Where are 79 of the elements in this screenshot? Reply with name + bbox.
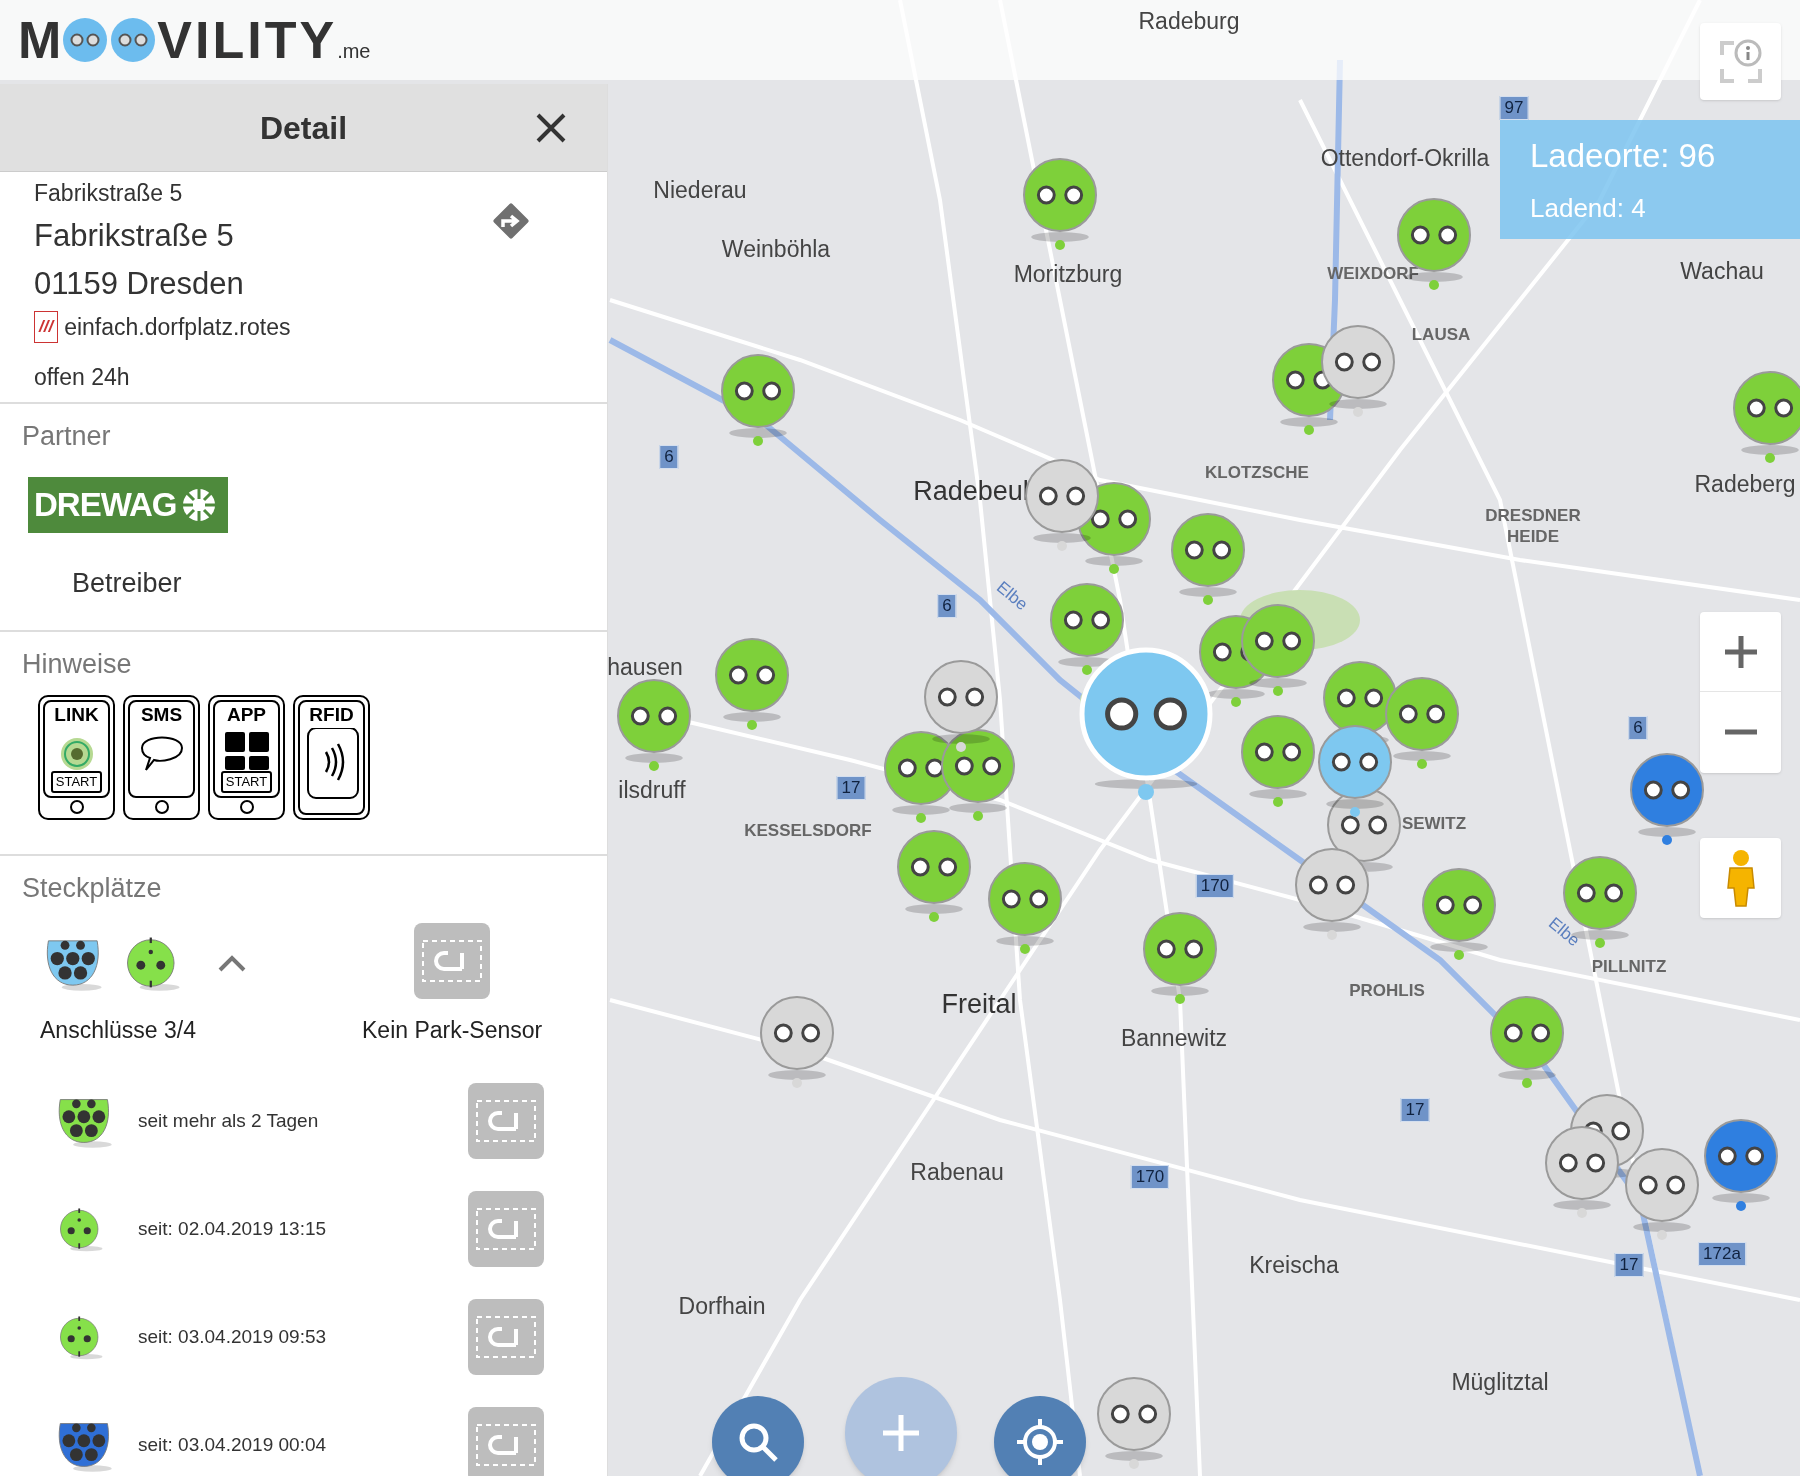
place-label: SEWITZ [1401, 813, 1467, 835]
hint-label: LINK [54, 702, 99, 727]
hint-label: APP [226, 702, 267, 727]
logo-domain: .me [337, 39, 371, 64]
connector-status: seit mehr als 2 Tagen [138, 1108, 320, 1133]
parking-icon [468, 1299, 544, 1375]
logo-text: VILITY [157, 14, 338, 66]
fullscreen-icon [1717, 38, 1764, 85]
place-label: Niederau [653, 175, 747, 205]
location-code-icon: /// [34, 310, 59, 343]
address-line: Fabrikstraße 5 [34, 216, 234, 255]
road-number: 170 [1195, 874, 1235, 898]
parking-icon [414, 922, 491, 999]
section-title: Steckplätze [22, 872, 163, 905]
road-number: 6 [659, 445, 679, 469]
map-marker[interactable] [1077, 646, 1214, 800]
place-label: Moritzburg [1013, 259, 1123, 289]
close-icon [535, 112, 567, 144]
hint-label: RFID [309, 702, 354, 727]
home-button-icon [68, 798, 85, 815]
stats-text: Ladend: 4 [1530, 191, 1647, 225]
start-label: START [51, 770, 102, 793]
place-label: PILLNITZ [1591, 956, 1667, 978]
place-label: Radebeul [913, 474, 1029, 508]
connector-status: seit: 03.04.2019 00:04 [138, 1432, 328, 1457]
place-label: Dorfhain [678, 1291, 766, 1321]
road-number: 6 [1628, 716, 1648, 740]
location-code: einfach.dorfplatz.rotes [64, 312, 291, 342]
start-label: START [221, 770, 272, 793]
locate-button[interactable] [994, 1396, 1086, 1476]
section-title: Hinweise [22, 648, 133, 681]
parking-icon [468, 1083, 544, 1159]
place-label: Freital [941, 987, 1017, 1021]
address-heading: Fabrikstraße 5 [34, 179, 184, 208]
home-button-icon [153, 798, 170, 815]
partner-role: Betreiber [72, 566, 183, 600]
logo-text: M [18, 14, 62, 66]
address-line: 01159 Dresden [34, 265, 244, 303]
connector-status: seit: 02.04.2019 13:15 [138, 1216, 328, 1241]
road-number: 172a [1698, 1242, 1746, 1266]
road-number: 17 [1400, 1098, 1430, 1122]
eyes-icon [62, 17, 109, 63]
home-button-icon [238, 798, 255, 815]
connector-status: seit: 03.04.2019 09:53 [138, 1324, 328, 1349]
place-label: Wachau [1680, 256, 1764, 286]
section-title: Partner [22, 420, 112, 453]
place-label: KESSELSDORF [744, 820, 872, 842]
panel-title: Detail [259, 108, 348, 148]
hint-label: SMS [140, 702, 183, 727]
place-label: Müglitztal [1451, 1367, 1549, 1397]
crosshair-icon [1015, 1417, 1065, 1467]
search-button[interactable] [712, 1396, 804, 1476]
place-label: Radeberg [1694, 469, 1796, 499]
road-number: 170 [1130, 1165, 1170, 1189]
place-label: Rabenau [910, 1157, 1004, 1187]
parking-sensor-label: Kein Park-Sensor [362, 1015, 543, 1045]
place-label: Ottendorf-Okrilla [1320, 143, 1490, 173]
parking-icon [468, 1191, 544, 1267]
road-number: 17 [836, 776, 866, 800]
eyes-icon [110, 17, 157, 63]
place-label: hausen [607, 652, 683, 682]
place-label: Kreischa [1249, 1250, 1339, 1280]
opening-hours: offen 24h [34, 363, 131, 392]
place-label: PROHLIS [1349, 980, 1425, 1002]
wheel-icon [180, 486, 217, 523]
place-label: KLOTZSCHE [1205, 462, 1309, 484]
place-label: Weinböhla [721, 234, 831, 264]
road-number: 97 [1499, 96, 1529, 120]
place-label: Radeburg [1138, 6, 1240, 36]
place-label: Bannewitz [1120, 1023, 1228, 1053]
minus-icon [1722, 729, 1759, 735]
place-label: ilsdruff [618, 775, 686, 805]
place-label: DRESDNER HEIDE [1485, 504, 1581, 548]
road-number: 6 [937, 594, 957, 618]
logo-text: DREWAG [34, 484, 177, 525]
road-number: 17 [1614, 1253, 1644, 1277]
connector-summary: Anschlüsse 3/4 [40, 1015, 197, 1045]
place-label: LAUSA [1411, 324, 1471, 346]
stats-text: Ladeorte: 96 [1530, 136, 1717, 177]
